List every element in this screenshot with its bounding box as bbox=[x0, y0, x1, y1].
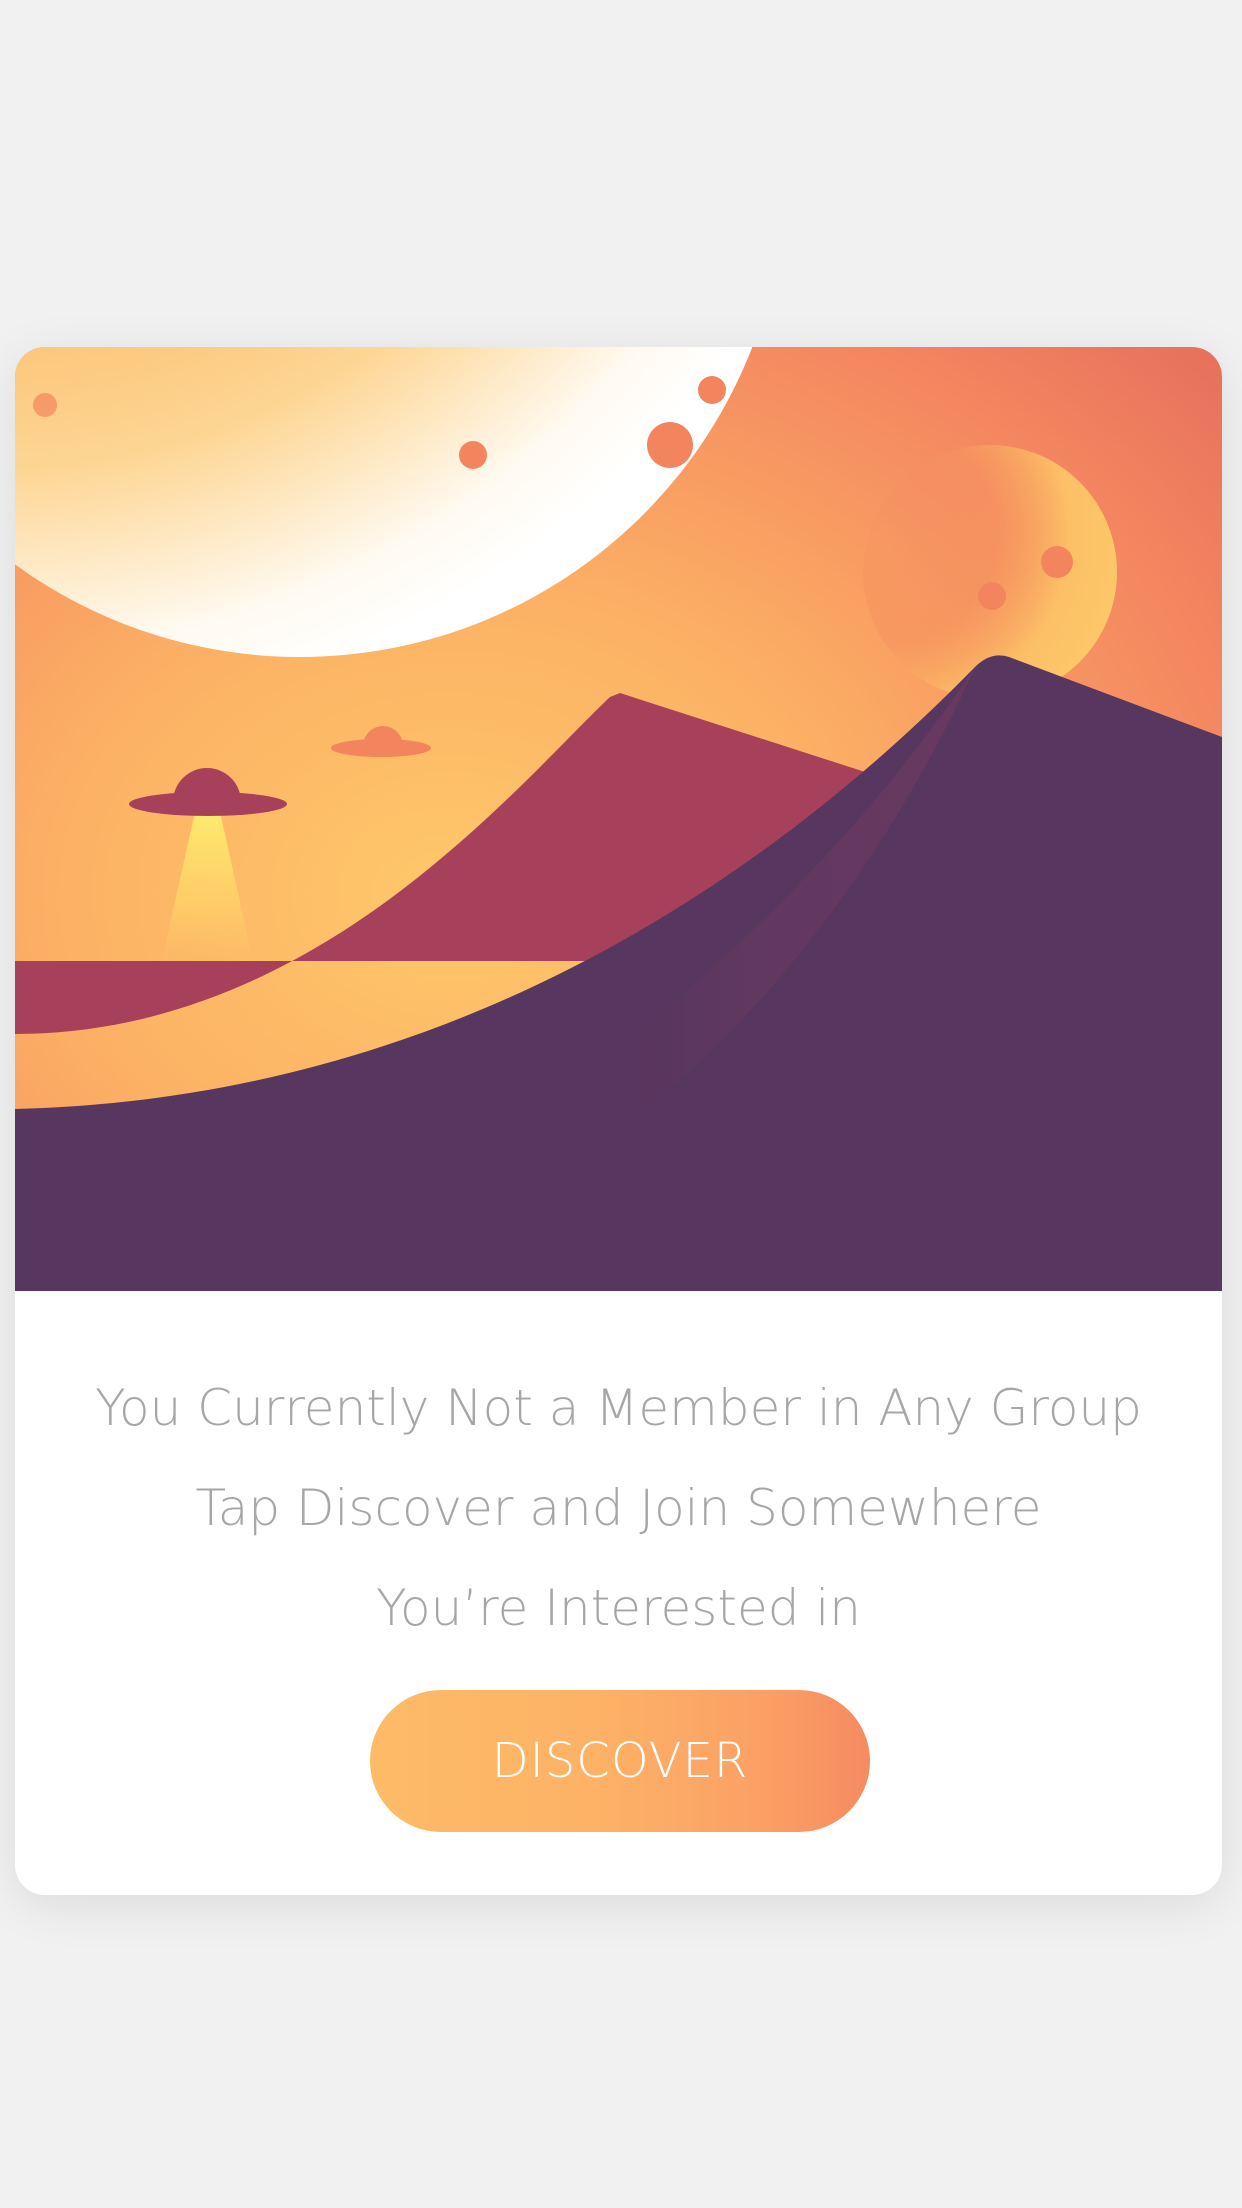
empty-message-line-2: Tap Discover and Join Somewhere bbox=[195, 1479, 1042, 1537]
empty-message-line-1: You Currently Not a Member in Any Group bbox=[95, 1379, 1142, 1437]
discover-button[interactable]: DISCOVER bbox=[370, 1690, 870, 1832]
discover-button-label: DISCOVER bbox=[491, 1733, 749, 1789]
empty-groups-card: You Currently Not a Member in Any Group … bbox=[15, 347, 1222, 1895]
empty-message-line-3: You’re Interested in bbox=[376, 1579, 861, 1637]
empty-state-illustration bbox=[15, 347, 1222, 1291]
